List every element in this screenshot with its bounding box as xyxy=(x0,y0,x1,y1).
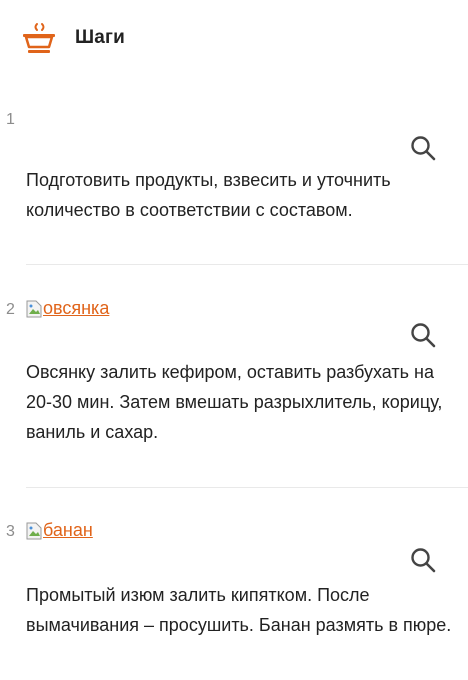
step-image-link[interactable]: овсянка xyxy=(26,298,109,319)
step-number: 2 xyxy=(6,301,15,318)
step-number: 1 xyxy=(6,111,15,128)
step-divider xyxy=(26,264,468,265)
step-image-link[interactable]: банан xyxy=(26,520,93,541)
page-title: Шаги xyxy=(75,27,126,48)
image-alt-text: банан xyxy=(43,520,93,540)
image-alt-text: овсянка xyxy=(43,298,110,318)
step-description: Овсянку залить кефиром, оставить разбуха… xyxy=(26,362,443,442)
step-divider xyxy=(26,487,468,488)
step-description: Промытый изюм залить кипятком. После вым… xyxy=(26,585,452,635)
zoom-search-icon[interactable] xyxy=(410,547,436,573)
broken-image-icon xyxy=(26,300,42,317)
step-number: 3 xyxy=(6,523,15,540)
zoom-search-icon[interactable] xyxy=(410,322,436,348)
cooking-pot-icon xyxy=(23,23,55,53)
step-description: Подготовить продукты, взвесить и уточнит… xyxy=(26,170,391,220)
broken-image-icon xyxy=(26,522,42,539)
zoom-search-icon[interactable] xyxy=(410,135,436,161)
steps-header xyxy=(22,18,56,58)
